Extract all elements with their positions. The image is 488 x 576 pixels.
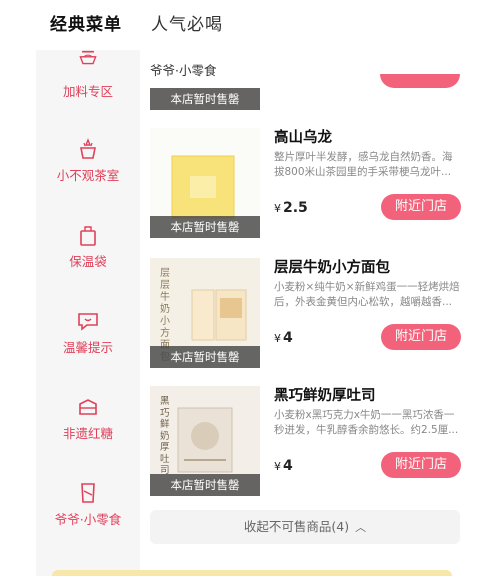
package-text: 黑巧鲜奶厚吐司 — [160, 396, 170, 476]
sidebar-item-label: 非遗红糖 — [62, 426, 113, 441]
price-value: 4 — [283, 458, 293, 474]
product-price: ¥4 — [274, 458, 293, 474]
product-card[interactable]: 层层牛奶小方面包 本店暂时售罄 层层牛奶小方面包 小麦粉×纯牛奶×新鲜鸡蛋一一轻… — [140, 256, 470, 368]
snack-bag-icon — [81, 483, 95, 503]
tab-classic-menu[interactable]: 经典菜单 — [50, 14, 122, 36]
collapse-label: 收起不可售商品(4) — [243, 519, 350, 534]
product-price: ¥2.5 — [274, 200, 308, 216]
price-value: 4 — [283, 330, 293, 346]
sidebar-item-snacks[interactable]: 爷爷·小零食 — [36, 480, 140, 528]
product-image: 本店暂时售罄 — [150, 128, 260, 238]
product-card[interactable]: 本店暂时售罄 高山乌龙 整片厚叶半发酵，感乌龙自然奶香。海拔800米山茶园里的手… — [140, 126, 470, 238]
sidebar-item-label: 爷爷·小零食 — [54, 512, 122, 527]
product-description: 小麦粉x黑巧克力x牛奶一一黑巧浓香一秒迸发，牛乳醇香余韵悠长。约2.5厘... — [274, 409, 459, 436]
soldout-overlay: 本店暂时售罄 — [150, 88, 260, 110]
cart-bar-edge — [52, 570, 452, 576]
speech-bubble-icon — [78, 313, 98, 331]
nearby-store-button[interactable]: 附近门店 — [381, 452, 461, 478]
tab-popular-drinks[interactable]: 人气必喝 — [151, 14, 223, 36]
product-price: ¥4 — [274, 330, 293, 346]
sidebar-item-tea-room[interactable]: 小不观茶室 — [36, 136, 140, 184]
product-list[interactable]: 爷爷·小零食 本店暂时售罄 本店暂时售罄 高山乌龙 整片厚叶半发酵，感乌龙自然奶… — [140, 50, 470, 576]
sugar-box-icon — [79, 399, 97, 415]
sidebar-item-toppings[interactable]: 加料专区 — [36, 50, 140, 100]
product-name: 黑巧鲜奶厚吐司 — [274, 388, 376, 404]
product-card[interactable]: 黑巧鲜奶厚吐司 本店暂时售罄 黑巧鲜奶厚吐司 小麦粉x黑巧克力x牛奶一一黑巧浓香… — [140, 384, 470, 496]
currency-symbol: ¥ — [274, 202, 281, 215]
sidebar-item-tips[interactable]: 温馨提示 — [36, 308, 140, 356]
soldout-overlay: 本店暂时售罄 — [150, 474, 260, 496]
teacup-icon — [80, 138, 96, 159]
sidebar-item-label: 小不观茶室 — [56, 168, 120, 183]
nearby-store-button[interactable] — [380, 74, 460, 88]
category-sidebar: 加料专区 小不观茶室 保温袋 温馨提示 非遗红糖 爷爷·小零食 — [36, 50, 140, 576]
product-image: 层层牛奶小方面包 本店暂时售罄 — [150, 258, 260, 368]
top-tab-bar: 经典菜单 人气必喝 — [0, 0, 488, 50]
product-image: 本店暂时售罄 — [150, 88, 260, 110]
product-name: 层层牛奶小方面包 — [274, 260, 390, 276]
soldout-overlay: 本店暂时售罄 — [150, 216, 260, 238]
collapse-unavailable-button[interactable]: 收起不可售商品(4) ︿ — [150, 510, 460, 544]
bowl-icon — [79, 50, 97, 65]
nearby-store-button[interactable]: 附近门店 — [381, 324, 461, 350]
chevron-up-icon: ︿ — [355, 521, 367, 534]
product-description: 小麦粉×纯牛奶×新鲜鸡蛋一一轻烤烘焙后，外表金黄但内心松软，越嚼越香... — [274, 281, 460, 308]
sidebar-item-brown-sugar[interactable]: 非遗红糖 — [36, 394, 140, 442]
nearby-store-button[interactable]: 附近门店 — [381, 194, 461, 220]
product-description: 整片厚叶半发酵，感乌龙自然奶香。海拔800米山茶园里的手采带梗乌龙叶... — [274, 151, 453, 178]
soldout-overlay: 本店暂时售罄 — [150, 346, 260, 368]
sidebar-item-label: 保温袋 — [69, 254, 107, 269]
sidebar-item-label: 温馨提示 — [62, 340, 113, 355]
product-image: 黑巧鲜奶厚吐司 本店暂时售罄 — [150, 386, 260, 496]
currency-symbol: ¥ — [274, 332, 281, 345]
price-value: 2.5 — [283, 200, 308, 216]
sidebar-item-label: 加料专区 — [62, 84, 113, 99]
sidebar-item-insulated-bag[interactable]: 保温袋 — [36, 222, 140, 270]
bag-icon — [80, 226, 96, 246]
currency-symbol: ¥ — [274, 460, 281, 473]
section-title: 爷爷·小零食 — [150, 63, 217, 78]
product-name: 高山乌龙 — [274, 130, 332, 146]
